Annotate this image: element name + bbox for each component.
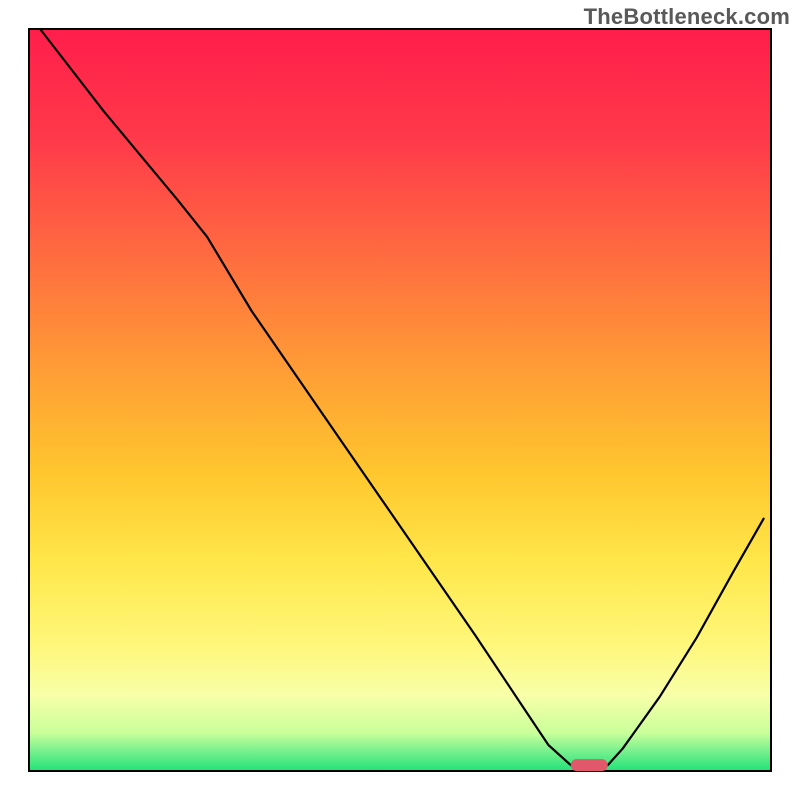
plot-gradient-background [30, 30, 770, 770]
watermark-label: TheBottleneck.com [584, 4, 790, 30]
bottleneck-chart [0, 0, 800, 800]
chart-container: TheBottleneck.com [0, 0, 800, 800]
optimal-zone-marker [571, 759, 608, 771]
